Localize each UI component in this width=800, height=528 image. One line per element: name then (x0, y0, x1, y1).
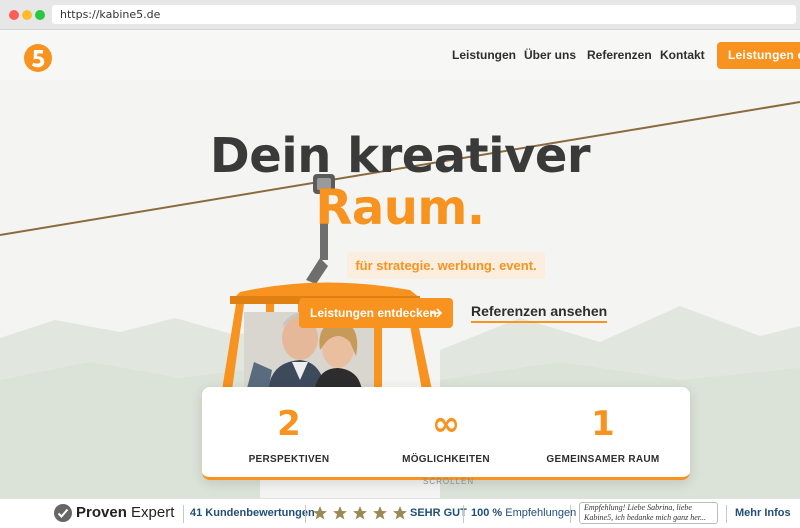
star-icon (333, 506, 347, 520)
divider (305, 505, 306, 523)
stat-value: 2 (277, 404, 301, 444)
stat-value: ∞ (431, 404, 461, 444)
nav-ueber-uns[interactable]: Über uns (524, 30, 576, 80)
stat-label: MÖGLICHKEITEN (402, 454, 490, 465)
recommendation-rate: 100 % Empfehlungen (471, 507, 577, 519)
stat-gemeinsamer-raum: 1 GEMEINSAMER RAUM (522, 387, 684, 465)
proven-expert-brand: Proven Expert (76, 504, 175, 521)
star-icon (313, 506, 327, 520)
star-icon (373, 506, 387, 520)
nav-leistungen[interactable]: Leistungen (452, 30, 516, 80)
proven-expert-bar[interactable]: Proven Expert 41 Kundenbewertungen SEHR … (0, 498, 800, 528)
rating-stars (312, 505, 408, 521)
tagline-badge: für strategie. werbung. event. (347, 252, 545, 279)
scroll-hint[interactable]: SCROLLEN (423, 477, 474, 486)
minimize-window-icon[interactable] (22, 10, 32, 20)
nav-kontakt[interactable]: Kontakt (660, 30, 705, 80)
divider (570, 505, 571, 523)
hero-headline-line1: Dein kreativer (209, 128, 591, 184)
divider (463, 505, 464, 523)
checkmark-seal-icon (54, 504, 72, 522)
review-quote[interactable]: Empfehlung! Liebe Sabrina, liebe Kabine5… (579, 502, 718, 524)
stat-label: PERSPEKTIVEN (248, 454, 330, 465)
site-header: Leistungen Über uns Referenzen Kontakt L… (0, 30, 800, 80)
stat-label: GEMEINSAMER RAUM (546, 454, 660, 465)
referenzen-ansehen-link[interactable]: Referenzen ansehen (471, 303, 608, 323)
address-bar[interactable]: https://kabine5.de (52, 5, 796, 24)
review-count[interactable]: 41 Kundenbewertungen (190, 507, 315, 519)
rating-text: SEHR GUT (410, 507, 467, 519)
stat-moeglichkeiten: ∞ MÖGLICHKEITEN (365, 387, 527, 465)
button-label: Leistungen entdecken (310, 306, 437, 320)
star-icon (393, 506, 407, 520)
maximize-window-icon[interactable] (35, 10, 45, 20)
arrow-right-icon (430, 308, 443, 318)
kabine5-logo-icon[interactable] (23, 43, 53, 73)
leistungen-entdecken-button[interactable]: Leistungen entdecken (299, 298, 453, 328)
stat-value: 1 (591, 404, 615, 444)
hero-headline-line2: Raum. (315, 180, 485, 236)
mehr-infos-link[interactable]: Mehr Infos (735, 507, 791, 519)
stats-card: 2 PERSPEKTIVEN ∞ MÖGLICHKEITEN 1 GEMEINS… (202, 387, 690, 480)
nav-referenzen[interactable]: Referenzen (587, 30, 652, 80)
close-window-icon[interactable] (9, 10, 19, 20)
browser-chrome: https://kabine5.de (0, 0, 800, 30)
header-cta-button[interactable]: Leistungen entdecken (717, 42, 800, 69)
stat-perspektiven: 2 PERSPEKTIVEN (208, 387, 370, 465)
tagline-text: für strategie. werbung. event. (355, 258, 537, 273)
divider (183, 505, 184, 523)
divider (726, 505, 727, 523)
star-icon (353, 506, 367, 520)
